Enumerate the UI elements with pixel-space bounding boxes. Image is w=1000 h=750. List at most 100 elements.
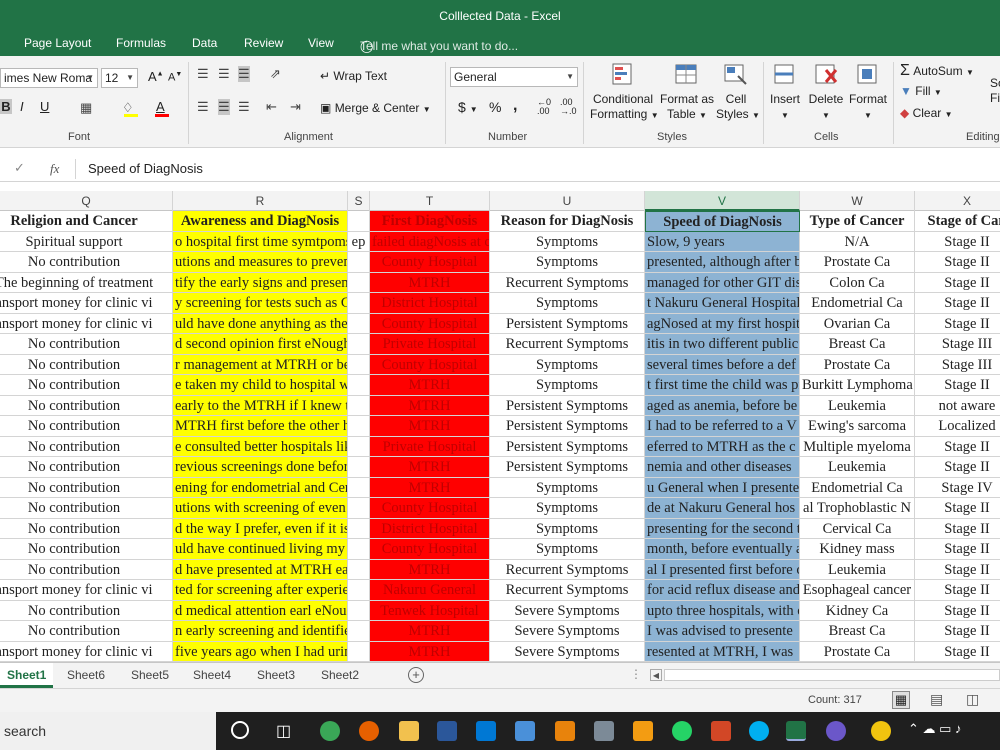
scroll-splitter-icon[interactable]: ⋮ [630,667,642,681]
table-cell[interactable]: agNosed at my first hospit [645,313,800,334]
table-cell[interactable]: MTRH [370,621,490,642]
table-cell[interactable]: No contribution [0,457,173,478]
table-cell[interactable]: d the way I prefer, even if it is part [173,518,348,539]
table-cell[interactable]: d second opinion first eNough fro [173,334,348,355]
table-cell[interactable] [348,559,370,580]
table-cell[interactable]: t Nakuru General Hospital [645,293,800,314]
table-cell[interactable]: Symptoms [490,498,645,519]
table-cell[interactable]: Symptoms [490,518,645,539]
table-cell[interactable] [348,416,370,437]
table-cell[interactable]: nemia and other diseases [645,457,800,478]
tray-icons[interactable]: ⌃ ☁ ▭ ♪ [908,721,962,737]
sheet-tab-sheet1[interactable]: Sheet1 [0,663,54,688]
table-cell[interactable]: Stage II [915,375,1000,396]
table-cell[interactable]: Esophageal cancer [800,580,915,601]
tab-page-layout[interactable]: Page Layout [24,36,91,50]
table-cell[interactable] [348,539,370,560]
column-header-q[interactable]: Q [0,191,173,211]
table-cell[interactable]: Ovarian Ca [800,313,915,334]
table-cell[interactable]: No contribution [0,539,173,560]
table-cell[interactable] [348,518,370,539]
cell-styles-button[interactable]: Cell Styles ▼ [716,62,760,123]
table-cell[interactable]: No contribution [0,477,173,498]
table-cell[interactable]: Burkitt Lymphoma [800,375,915,396]
table-cell[interactable]: o hospital first time symtpoms se [173,231,348,252]
table-cell[interactable]: No contribution [0,621,173,642]
decrease-indent-icon[interactable]: ⇤ [266,99,277,115]
table-cell[interactable]: Ewing's sarcoma [800,416,915,437]
calculator-icon[interactable] [594,721,614,741]
table-cell[interactable]: Severe Symptoms [490,621,645,642]
table-cell[interactable]: Endometrial Ca [800,477,915,498]
insert-cells-button[interactable]: Insert ▼ [766,62,804,123]
table-cell[interactable] [348,354,370,375]
clear-button[interactable]: ◆ Clear ▼ [900,106,953,120]
table-cell[interactable]: Stage II [915,314,1000,334]
task-view-icon[interactable]: ◫ [276,721,291,741]
table-cell[interactable]: County Hospital [370,252,490,273]
table-cell[interactable]: ted for screening after experiencin [173,580,348,601]
table-cell[interactable]: Persistent Symptoms [490,313,645,334]
table-cell[interactable]: failed diagNosis at c [370,231,490,252]
vlc-icon[interactable] [555,721,575,741]
table-cell[interactable]: Stage II [915,293,1000,314]
table-cell[interactable]: Recurrent Symptoms [490,580,645,601]
table-cell[interactable]: District Hospital [370,518,490,539]
header-cell[interactable]: Reason for DiagNosis [490,211,645,232]
table-cell[interactable] [348,457,370,478]
normal-view-icon[interactable]: ▦ [892,691,910,709]
table-cell[interactable]: County Hospital [370,354,490,375]
table-cell[interactable]: N/A [800,231,915,252]
align-right-icon[interactable]: ☰ [238,99,250,115]
table-cell[interactable]: Nakuru General [370,580,490,601]
table-cell[interactable]: ansport money for clinic vi [0,313,173,334]
font-color-button[interactable]: A [156,99,165,114]
conditional-formatting-button[interactable]: Conditional Formatting ▼ [590,62,659,123]
table-cell[interactable]: upto three hospitals, with o [645,600,800,621]
font-name-box[interactable]: imes New Roma ▼ [0,68,98,88]
table-cell[interactable]: uld have done anything as the Sym [173,313,348,334]
table-cell[interactable]: District Hospital [370,293,490,314]
align-bottom-icon[interactable]: ☰ [238,66,250,82]
table-cell[interactable]: Stage II [915,273,1000,293]
comma-button[interactable]: , [513,97,517,115]
excel-taskbar-icon[interactable] [786,721,806,741]
confirm-icon[interactable]: ✓ [14,160,25,176]
weather-icon[interactable] [871,721,891,741]
decrease-decimal-icon[interactable]: .00 →.0 [560,98,577,116]
table-cell[interactable]: I was advised to presente [645,621,800,642]
table-cell[interactable]: Stage II [915,498,1000,519]
table-cell[interactable]: Stage II [915,642,1000,662]
table-cell[interactable]: Severe Symptoms [490,641,645,662]
table-cell[interactable]: aged as anemia, before be [645,395,800,416]
table-cell[interactable] [348,252,370,273]
table-cell[interactable]: Stage IV [915,478,1000,498]
table-cell[interactable]: u General when I presente [645,477,800,498]
column-header-w[interactable]: W [800,191,915,211]
insert-function-icon[interactable]: fx [50,161,59,177]
table-cell[interactable]: Prostate Ca [800,641,915,662]
table-cell[interactable]: MTRH [370,375,490,396]
table-cell[interactable]: Prostate Ca [800,354,915,375]
table-cell[interactable]: d medical attention earl eNough ins [173,600,348,621]
firefox-icon[interactable] [359,721,379,741]
autosum-button[interactable]: Σ AutoSum ▼ [900,62,974,80]
table-cell[interactable]: Stage II [915,560,1000,580]
italic-button[interactable]: I [20,99,24,114]
table-cell[interactable]: y screening for tests such as Cerv [173,293,348,314]
table-cell[interactable]: Stage II [915,580,1000,601]
table-cell[interactable]: Recurrent Symptoms [490,334,645,355]
table-cell[interactable]: e consulted better hospitals like M [173,436,348,457]
table-cell[interactable]: No contribution [0,436,173,457]
table-cell[interactable]: not aware [915,396,1000,416]
whatsapp-icon[interactable] [672,721,692,741]
table-cell[interactable]: Stage II [915,601,1000,621]
chrome-icon[interactable] [320,721,340,741]
table-cell[interactable]: ening for endometrial and Cervical [173,477,348,498]
table-cell[interactable]: Stage II [915,437,1000,457]
bold-button[interactable]: B [0,99,12,114]
table-cell[interactable] [348,436,370,457]
table-cell[interactable]: early to the MTRH if I knew the d [173,395,348,416]
table-cell[interactable]: Stage III [915,355,1000,375]
table-cell[interactable]: Persistent Symptoms [490,416,645,437]
